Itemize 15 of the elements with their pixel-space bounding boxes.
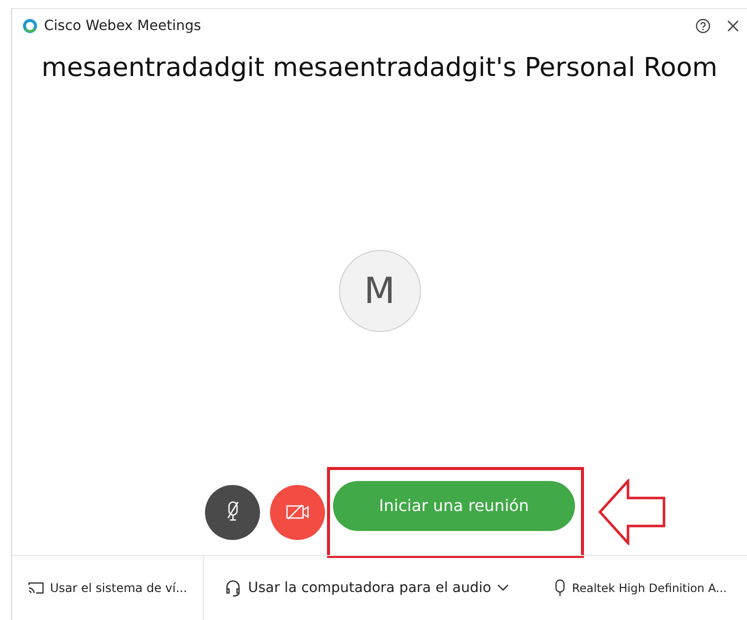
close-icon[interactable] bbox=[727, 20, 739, 32]
chevron-down-icon bbox=[497, 584, 510, 592]
left-arrow-icon bbox=[598, 479, 666, 545]
video-camera-icon bbox=[284, 503, 310, 521]
help-icon[interactable] bbox=[695, 18, 711, 34]
headset-icon bbox=[224, 579, 242, 597]
mic-option[interactable]: Realtek High Definition A... bbox=[534, 556, 741, 620]
microphone-icon bbox=[554, 579, 566, 597]
audio-option[interactable]: Usar la computadora para el audio bbox=[204, 556, 534, 620]
avatar: M bbox=[338, 250, 420, 332]
webex-logo-icon bbox=[22, 18, 38, 34]
window-title: Cisco Webex Meetings bbox=[44, 18, 202, 34]
cast-icon bbox=[28, 581, 44, 595]
video-option[interactable]: Usar el sistema de ví... bbox=[12, 556, 204, 620]
room-title: mesaentradadgit mesaentradadgit's Personal Room bbox=[40, 53, 718, 83]
